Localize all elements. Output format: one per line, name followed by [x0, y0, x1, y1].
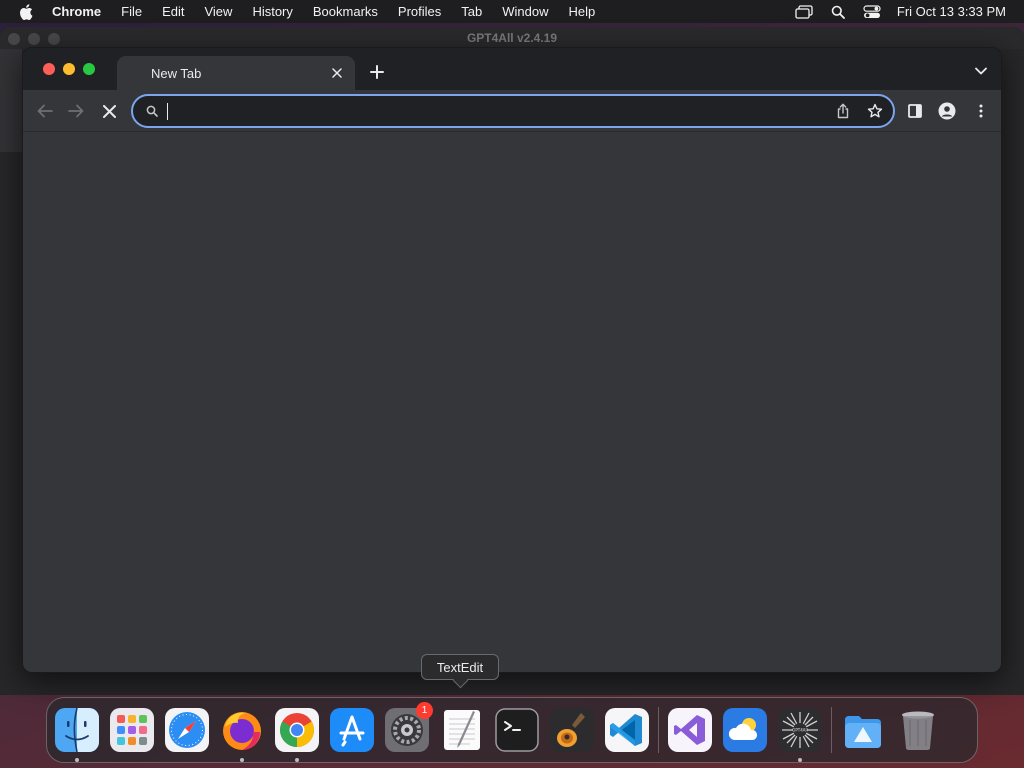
tooltip-text: TextEdit [436, 659, 484, 675]
kebab-menu-icon[interactable] [971, 101, 991, 121]
notification-badge: 1 [416, 702, 433, 719]
menu-bar: Chrome File Edit View History Bookmarks … [0, 0, 1024, 23]
search-icon [133, 105, 165, 117]
close-icon[interactable] [329, 65, 345, 81]
running-indicator [240, 758, 244, 762]
side-panel-icon[interactable] [905, 101, 925, 121]
page-content [23, 132, 1001, 672]
tab-strip: New Tab [23, 48, 1001, 90]
window-controls [43, 63, 95, 75]
vscode-icon[interactable] [605, 708, 649, 752]
running-indicator [295, 758, 299, 762]
firefox-icon[interactable] [220, 708, 264, 762]
zoom-window-button[interactable] [83, 63, 95, 75]
app-store-icon[interactable] [330, 708, 374, 752]
tab-new-tab[interactable]: New Tab [117, 56, 355, 90]
running-indicator [798, 758, 802, 762]
garageband-icon[interactable] [550, 708, 594, 752]
bg-close-button[interactable] [8, 33, 20, 45]
menu-window[interactable]: Window [492, 0, 558, 23]
menu-bookmarks[interactable]: Bookmarks [303, 0, 388, 23]
apple-logo-icon[interactable] [0, 3, 52, 20]
screen-mirroring-icon[interactable] [787, 0, 821, 23]
textedit-icon[interactable] [440, 708, 484, 752]
dock: 1 GPT4All [46, 697, 978, 763]
address-bar[interactable] [131, 94, 895, 128]
safari-icon[interactable] [165, 708, 209, 752]
launchpad-icon[interactable] [110, 708, 154, 752]
star-icon[interactable] [865, 101, 885, 121]
finder-icon[interactable] [55, 708, 99, 762]
chrome-icon[interactable] [275, 708, 319, 762]
menu-profiles[interactable]: Profiles [388, 0, 451, 23]
bg-zoom-button[interactable] [48, 33, 60, 45]
weather-icon[interactable] [723, 708, 767, 752]
stop-loading-icon[interactable] [99, 101, 119, 121]
dock-tooltip: TextEdit [421, 654, 499, 680]
running-indicator [75, 758, 79, 762]
menu-view[interactable]: View [194, 0, 242, 23]
menu-edit[interactable]: Edit [152, 0, 194, 23]
dock-separator [831, 707, 832, 753]
background-window-title: GPT4All v2.4.19 [466, 31, 558, 45]
close-window-button[interactable] [43, 63, 55, 75]
share-icon[interactable] [833, 101, 853, 121]
tab-title: New Tab [151, 65, 202, 81]
bg-minimize-button[interactable] [28, 33, 40, 45]
person-icon[interactable] [937, 101, 957, 121]
arrow-left-icon[interactable] [35, 101, 55, 121]
visual-studio-icon[interactable] [668, 708, 712, 752]
dock-separator [658, 707, 659, 753]
menu-history[interactable]: History [242, 0, 302, 23]
downloads-folder-icon[interactable] [841, 708, 885, 752]
menu-help[interactable]: Help [559, 0, 606, 23]
system-preferences-icon[interactable]: 1 [385, 702, 433, 752]
background-window-sidebar [0, 49, 22, 152]
menu-file[interactable]: File [111, 0, 152, 23]
menu-clock[interactable]: Fri Oct 13 3:33 PM [889, 4, 1024, 19]
chrome-window: New Tab [22, 47, 1002, 673]
background-window-controls [8, 33, 60, 45]
gpt4all-icon[interactable]: GPT4All [778, 708, 822, 762]
background-window-titlebar: GPT4All v2.4.19 [0, 27, 1024, 49]
menu-app-name[interactable]: Chrome [52, 0, 111, 23]
svg-text:GPT4All: GPT4All [792, 728, 807, 733]
terminal-icon[interactable] [495, 708, 539, 752]
chevron-down-icon[interactable] [973, 63, 989, 79]
navigation-toolbar [23, 90, 1001, 132]
arrow-right-icon[interactable] [66, 101, 86, 121]
plus-icon[interactable] [367, 62, 387, 82]
spotlight-search-icon[interactable] [821, 0, 855, 23]
trash-icon[interactable] [896, 708, 940, 752]
menu-tab[interactable]: Tab [451, 0, 492, 23]
address-input[interactable] [168, 97, 833, 125]
control-center-icon[interactable] [855, 0, 889, 23]
minimize-window-button[interactable] [63, 63, 75, 75]
